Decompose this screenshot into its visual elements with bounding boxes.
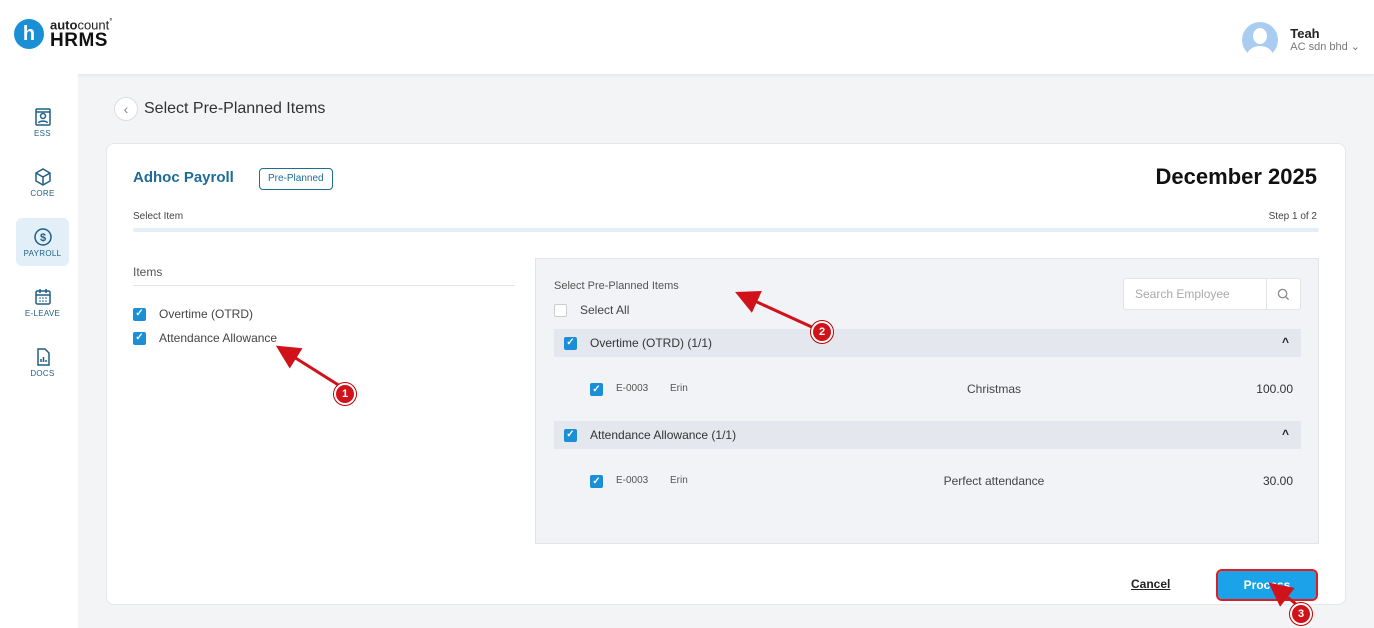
annotation-marker-1: 1 [334, 383, 356, 405]
checkbox-checked[interactable]: ✓ [133, 307, 146, 321]
employee-code: E-0003 [616, 383, 649, 394]
group-header-attendance-allowance[interactable]: ✓ Attendance Allowance (1/1) ^ [554, 421, 1301, 449]
sidebar-item-docs[interactable]: DOCS [16, 338, 69, 386]
group-label: Overtime (OTRD) (1/1) [590, 336, 713, 350]
logo-wordmark-bottom: HRMS [50, 30, 108, 52]
sidebar-item-ess[interactable]: ESS [16, 98, 69, 146]
step-count: Step 1 of 2 [1268, 211, 1317, 222]
user-menu[interactable]: Teah AC sdn bhd ⌄ [1242, 22, 1360, 58]
back-button[interactable]: ‹ [114, 97, 138, 121]
ess-icon [34, 107, 51, 126]
employee-code: E-0003 [616, 475, 649, 486]
select-all-label: Select All [580, 303, 630, 317]
payroll-card: Adhoc Payroll Pre-Planned December 2025 … [106, 143, 1346, 605]
checkbox-checked[interactable]: ✓ [590, 475, 603, 488]
chevron-left-icon: ‹ [123, 101, 129, 117]
table-row: ✓ E-0003 Erin Perfect attendance 30.00 [554, 472, 1301, 492]
checkbox-unchecked[interactable] [554, 303, 567, 317]
step-progress-bar [133, 228, 1319, 232]
item-description: Perfect attendance [943, 474, 1045, 488]
sidebar: ESS CORE $ PAYROLL E-LEAVE DOCS [0, 74, 78, 628]
item-label: Overtime (OTRD) [159, 307, 253, 321]
svg-text:$: $ [39, 232, 45, 244]
sidebar-item-label: ESS [34, 128, 51, 138]
chevron-up-icon[interactable]: ^ [1282, 335, 1289, 349]
user-company[interactable]: AC sdn bhd ⌄ [1290, 41, 1360, 54]
step-label: Select Item [133, 211, 184, 222]
employee-name: Erin [670, 475, 688, 486]
logo-wordmark-top: autocount° [50, 17, 113, 33]
preplanned-title: Select Pre-Planned Items [554, 280, 679, 292]
page-title: Select Pre-Planned Items [144, 100, 326, 117]
group-header-overtime[interactable]: ✓ Overtime (OTRD) (1/1) ^ [554, 329, 1301, 357]
sidebar-item-label: E-LEAVE [24, 308, 61, 318]
chevron-up-icon[interactable]: ^ [1282, 427, 1289, 441]
sidebar-item-payroll[interactable]: $ PAYROLL [16, 218, 69, 266]
search-input[interactable]: Search Employee [1124, 287, 1266, 301]
payroll-icon: $ [33, 227, 52, 246]
group-label: Attendance Allowance (1/1) [590, 428, 737, 442]
table-row: ✓ E-0003 Erin Christmas 100.00 [554, 380, 1301, 400]
checkbox-checked[interactable]: ✓ [564, 336, 577, 350]
avatar[interactable] [1242, 22, 1279, 58]
chevron-down-icon: ⌄ [1350, 41, 1360, 54]
divider [133, 285, 515, 286]
cancel-button[interactable]: Cancel [1131, 577, 1170, 591]
app-logo[interactable]: h autocount° HRMS [14, 18, 112, 50]
process-button[interactable]: Process [1216, 569, 1318, 601]
items-heading: Items [133, 265, 163, 279]
checkbox-checked[interactable]: ✓ [564, 428, 577, 442]
checkbox-checked[interactable]: ✓ [590, 383, 603, 396]
employee-name: Erin [670, 383, 688, 394]
sidebar-item-label: CORE [30, 188, 55, 198]
docs-icon [36, 347, 50, 366]
status-badge: Pre-Planned [259, 168, 333, 190]
annotation-marker-3: 3 [1290, 603, 1312, 625]
user-name: Teah [1290, 25, 1320, 41]
item-overtime[interactable]: ✓ Overtime (OTRD) [133, 307, 253, 321]
payroll-title: Adhoc Payroll [133, 169, 234, 186]
logo-icon: h [14, 19, 44, 50]
select-all[interactable]: Select All [554, 303, 629, 317]
calendar-icon [34, 288, 51, 305]
preplanned-panel: Select Pre-Planned Items Select All Sear… [535, 258, 1319, 544]
annotation-marker-2: 2 [811, 321, 833, 343]
item-description: Christmas [966, 382, 1021, 396]
payroll-period: December 2025 [1155, 164, 1317, 189]
item-label: Attendance Allowance [159, 331, 278, 345]
core-icon [34, 167, 51, 186]
search-button[interactable] [1266, 279, 1300, 309]
search-icon [1277, 288, 1290, 300]
item-amount: 30.00 [1262, 474, 1293, 488]
search-employee[interactable]: Search Employee [1123, 278, 1301, 310]
item-attendance-allowance[interactable]: ✓ Attendance Allowance [133, 331, 277, 345]
sidebar-item-label: PAYROLL [23, 248, 62, 258]
checkbox-checked[interactable]: ✓ [133, 331, 146, 345]
top-bar: h autocount° HRMS Teah AC sdn bhd ⌄ [0, 0, 1374, 74]
sidebar-item-e-leave[interactable]: E-LEAVE [16, 278, 69, 326]
sidebar-item-label: DOCS [30, 368, 55, 378]
sidebar-item-core[interactable]: CORE [16, 158, 69, 206]
item-amount: 100.00 [1256, 382, 1293, 396]
